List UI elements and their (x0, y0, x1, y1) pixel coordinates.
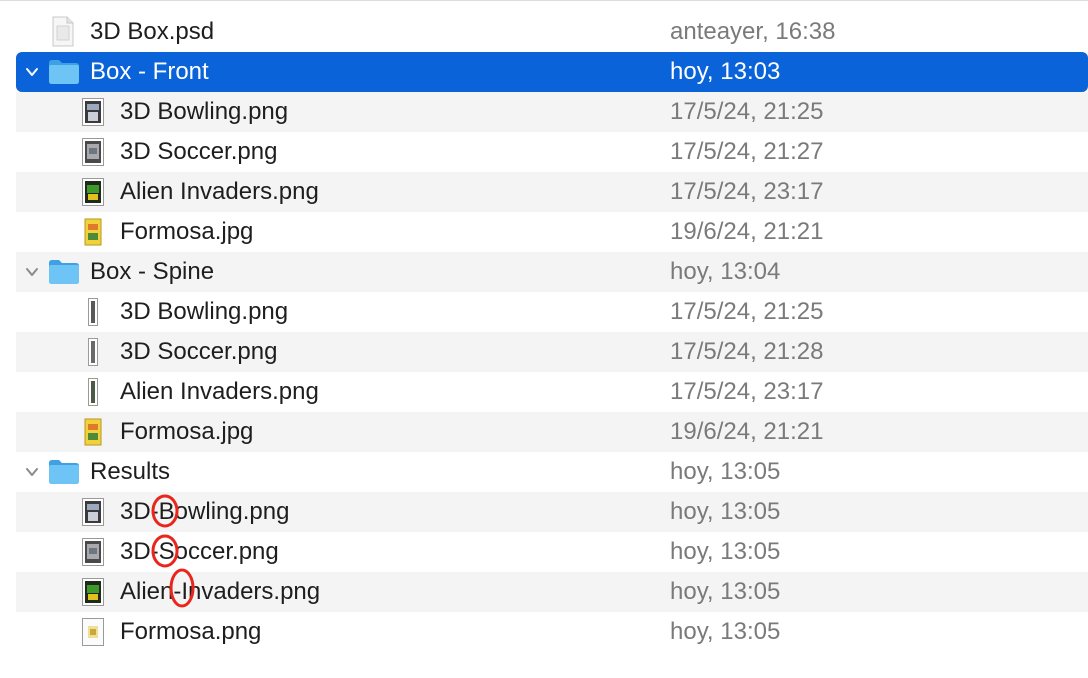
date-modified: hoy, 13:05 (670, 578, 781, 605)
image-thumbnail-icon (84, 418, 102, 446)
image-thumbnail-icon (82, 178, 104, 206)
list-item[interactable]: Alien Invaders.png 17/5/24, 23:17 (16, 372, 1088, 412)
list-item[interactable]: 3D-Soccer.png hoy, 13:05 (16, 532, 1088, 572)
file-name: 3D Bowling.png (120, 298, 289, 325)
list-item[interactable]: Formosa.png hoy, 13:05 (16, 612, 1088, 652)
image-thumbnail-icon (82, 538, 104, 566)
top-divider (0, 0, 1088, 1)
list-item[interactable]: Formosa.jpg 19/6/24, 21:21 (16, 412, 1088, 452)
spine-thumbnail-icon (88, 298, 98, 326)
spine-thumbnail-icon (88, 378, 98, 406)
chevron-down-icon[interactable] (25, 265, 39, 279)
date-modified: 17/5/24, 23:17 (670, 178, 824, 205)
folder-name: Results (90, 458, 171, 485)
date-modified: hoy, 13:04 (670, 258, 781, 285)
date-modified: 19/6/24, 21:21 (670, 418, 824, 445)
folder-icon (49, 260, 79, 284)
list-item[interactable]: 3D Bowling.png 17/5/24, 21:25 (16, 292, 1088, 332)
file-name: 3D Soccer.png (120, 338, 278, 365)
list-item[interactable]: Alien-Invaders.png hoy, 13:05 (16, 568, 1088, 612)
date-modified: hoy, 13:05 (670, 498, 781, 525)
list-item[interactable]: Alien Invaders.png 17/5/24, 23:17 (16, 172, 1088, 212)
file-name: Alien Invaders.png (120, 178, 319, 205)
list-item[interactable]: Box - Spine hoy, 13:04 (16, 252, 1088, 292)
list-item-selected[interactable]: Box - Front hoy, 13:03 (16, 52, 1088, 92)
list-item[interactable]: 3D-Bowling.png hoy, 13:05 (16, 492, 1088, 532)
image-thumbnail-icon (82, 138, 104, 166)
psd-file-icon (52, 16, 74, 47)
file-name: Formosa.png (120, 618, 262, 645)
date-modified: 17/5/24, 23:17 (670, 378, 824, 405)
folder-icon (49, 60, 79, 84)
file-name: Alien Invaders.png (120, 378, 319, 405)
date-modified: hoy, 13:05 (670, 618, 781, 645)
date-modified: 17/5/24, 21:28 (670, 338, 824, 365)
date-modified: hoy, 13:05 (670, 458, 781, 485)
image-thumbnail-icon (82, 98, 104, 126)
list-item[interactable]: Results hoy, 13:05 (16, 452, 1088, 492)
list-item[interactable]: 3D Soccer.png 17/5/24, 21:27 (16, 132, 1088, 172)
date-modified: 17/5/24, 21:25 (670, 298, 824, 325)
date-modified: anteayer, 16:38 (670, 18, 836, 45)
file-list: 3D Box.psd anteayer, 16:38 Box - Front h… (16, 12, 1088, 652)
date-modified: hoy, 13:03 (670, 58, 781, 85)
file-name: 3D Box.psd (90, 18, 215, 45)
file-name: 3D Soccer.png (120, 138, 278, 165)
image-thumbnail-icon (84, 218, 102, 246)
list-item[interactable]: 3D Box.psd anteayer, 16:38 (16, 12, 1088, 52)
folder-icon (49, 460, 79, 484)
file-name: Alien-Invaders.png (120, 578, 321, 605)
file-name: 3D-Bowling.png (120, 498, 290, 525)
date-modified: hoy, 13:05 (670, 538, 781, 565)
file-name: Formosa.jpg (120, 218, 254, 245)
file-name: Formosa.jpg (120, 418, 254, 445)
folder-name: Box - Spine (90, 258, 215, 285)
list-item[interactable]: Formosa.jpg 19/6/24, 21:21 (16, 212, 1088, 252)
date-modified: 19/6/24, 21:21 (670, 218, 824, 245)
file-name: 3D Bowling.png (120, 98, 289, 125)
spine-thumbnail-icon (88, 338, 98, 366)
image-thumbnail-icon (82, 578, 104, 606)
list-item[interactable]: 3D Soccer.png 17/5/24, 21:28 (16, 332, 1088, 372)
image-thumbnail-icon (82, 618, 104, 646)
list-item[interactable]: 3D Bowling.png 17/5/24, 21:25 (16, 92, 1088, 132)
folder-name: Box - Front (90, 58, 209, 85)
date-modified: 17/5/24, 21:25 (670, 98, 824, 125)
file-name: 3D-Soccer.png (120, 538, 279, 565)
date-modified: 17/5/24, 21:27 (670, 138, 824, 165)
image-thumbnail-icon (82, 498, 104, 526)
chevron-down-icon[interactable] (25, 465, 39, 479)
chevron-down-icon[interactable] (25, 65, 39, 79)
